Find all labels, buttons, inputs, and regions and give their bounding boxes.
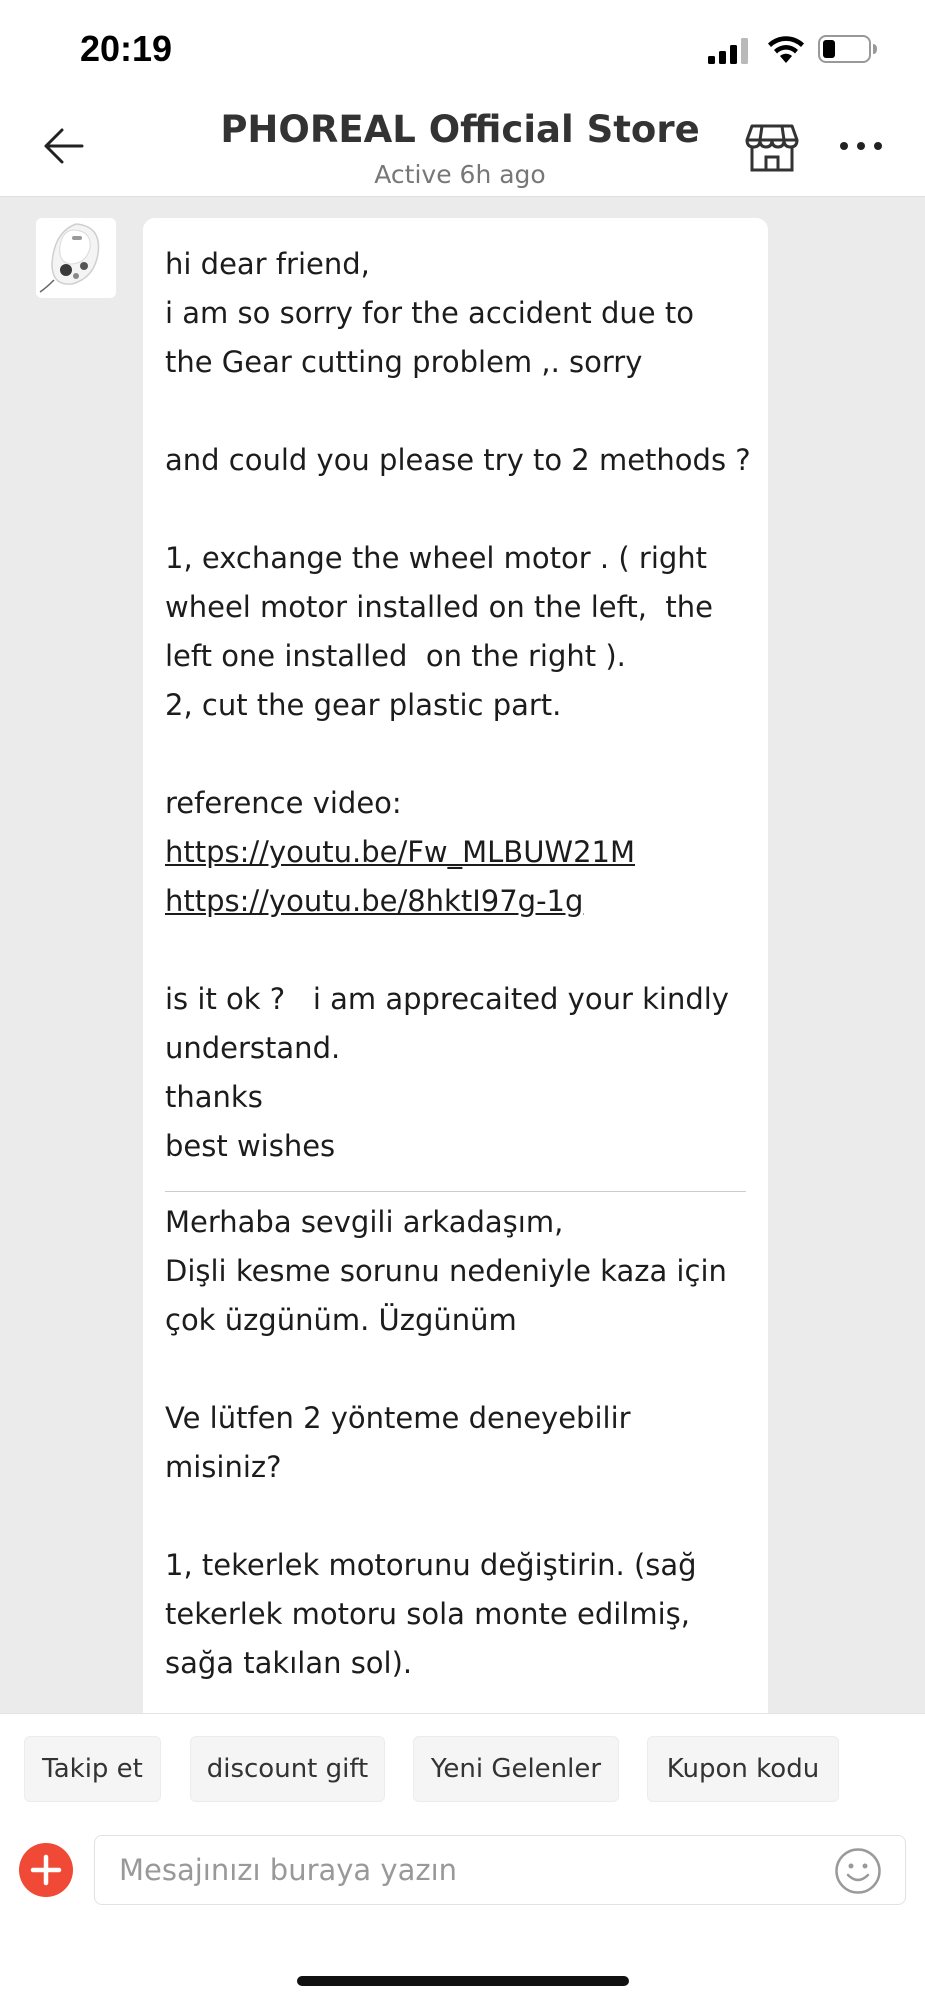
message-line: wheel motor installed on the left, the [165,590,713,624]
message-input[interactable] [94,1835,906,1905]
quick-reply-discount-gift[interactable]: discount gift [190,1736,385,1802]
battery-icon [818,35,877,63]
message-line: Ve lütfen 2 yönteme deneyebilir [165,1401,631,1435]
message-english: hi dear friend, i am so sorry for the ac… [165,240,751,1171]
video-link[interactable]: https://youtu.be/Fw_MLBUW21M [165,835,635,869]
back-arrow-icon[interactable] [40,122,88,170]
message-line: reference video: [165,786,402,820]
quick-replies-bar: Takip et discount gift Yeni Gelenler Kup… [0,1713,925,1823]
message-line: tekerlek motoru sola monte edilmiş, [165,1597,690,1631]
chat-header: PHOREAL Official Store Active 6h ago [0,100,925,197]
quick-reply-new-arrivals[interactable]: Yeni Gelenler [413,1736,619,1802]
message-line: left one installed on the right ). [165,639,626,673]
status-bar: 20:19 [0,0,925,100]
message-line [165,387,746,436]
message-line: thanks [165,1080,263,1114]
wifi-icon [768,36,804,63]
message-line [165,730,746,779]
active-status: Active 6h ago [374,160,546,189]
message-line [165,926,746,975]
message-line: 1, exchange the wheel motor . ( right [165,541,708,575]
message-line: 1, tekerlek motorunu değiştirin. (sağ [165,1548,697,1582]
message-line: sağa takılan sol). [165,1646,413,1680]
translation-divider [165,1191,746,1192]
add-icon[interactable] [19,1843,73,1897]
message-line: understand. [165,1031,341,1065]
quick-reply-coupon-code[interactable]: Kupon kodu [647,1736,839,1802]
message-line [165,1492,746,1541]
message-input-bar [0,1823,925,1918]
message-line: hi dear friend, [165,247,370,281]
message-line [165,485,746,534]
message-line: 2, cut the gear plastic part. [165,688,562,722]
message-line: misiniz? [165,1450,282,1484]
signal-icon [708,38,748,64]
message-line: Dişli kesme sorunu nedeniyle kaza için [165,1254,727,1288]
store-icon[interactable] [744,120,800,176]
robot-product-icon [36,218,116,298]
message-line: and could you please try to 2 methods ? [165,443,751,477]
store-avatar[interactable] [36,218,116,298]
message-line: is it ok ? i am apprecaited your kindly [165,982,729,1016]
message-turkish: Merhaba sevgili arkadaşım, Dişli kesme s… [165,1198,746,1688]
store-name[interactable]: PHOREAL Official Store [160,108,760,151]
more-icon[interactable] [838,138,884,154]
quick-reply-follow[interactable]: Takip et [24,1736,161,1802]
home-indicator[interactable] [297,1976,629,1986]
message-line: i am so sorry for the accident due to [165,296,694,330]
video-link[interactable]: https://youtu.be/8hktI97g-1g [165,884,583,918]
message-line [165,1345,746,1394]
status-time: 20:19 [80,28,173,69]
message-line: Merhaba sevgili arkadaşım, [165,1205,564,1239]
message-line: çok üzgünüm. Üzgünüm [165,1303,517,1337]
home-area [0,1918,925,2000]
message-line: the Gear cutting problem ,. sorry [165,345,643,379]
emoji-icon[interactable] [834,1847,882,1895]
message-line: best wishes [165,1129,336,1163]
chat-area[interactable]: hi dear friend, i am so sorry for the ac… [0,198,925,1713]
message-bubble[interactable]: hi dear friend, i am so sorry for the ac… [143,218,768,1713]
